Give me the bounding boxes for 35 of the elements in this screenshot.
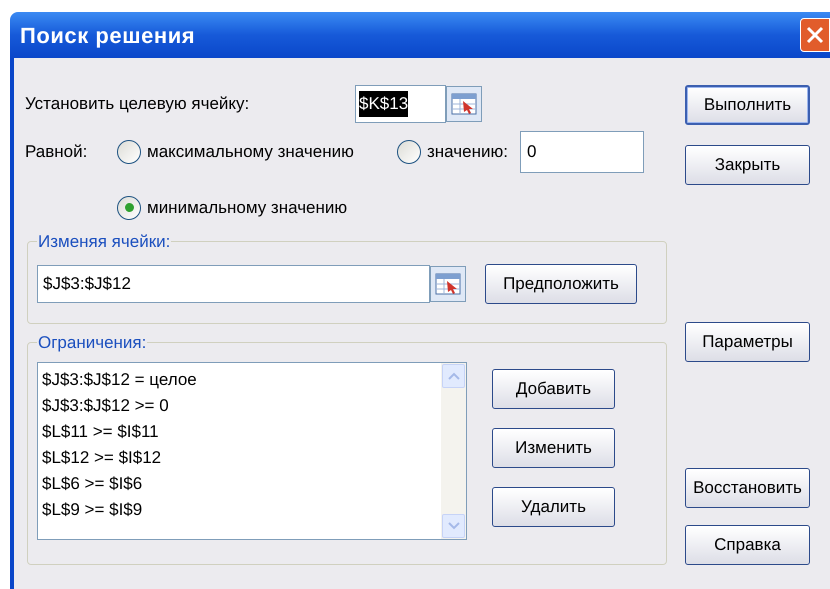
constraints-list[interactable]: $J$3:$J$12 = целое $J$3:$J$12 >= 0 $L$11 >= $I$11 $L$12 >= $I$12 $L$6 >= $I$6 $L$9 >= $I$9 — [37, 362, 467, 540]
target-cell-label: Установить целевую ячейку: — [25, 93, 250, 116]
close-button[interactable] — [800, 18, 830, 52]
dialog-button[interactable]: Справка — [685, 525, 810, 565]
list-item[interactable]: $L$6 >= $I$6 — [42, 471, 441, 497]
range-select-icon[interactable] — [446, 86, 482, 122]
dialog-button[interactable]: Параметры — [685, 322, 810, 362]
radio-button[interactable] — [397, 140, 421, 164]
dialog-button[interactable]: Удалить — [492, 487, 615, 527]
value-field[interactable]: 0 — [520, 131, 644, 173]
list-item[interactable]: $L$12 >= $I$12 — [42, 445, 441, 471]
target-cell-field[interactable]: $K$13 — [355, 85, 446, 123]
list-item[interactable]: $J$3:$J$12 >= 0 — [42, 393, 441, 419]
dialog-button[interactable]: Выполнить — [685, 85, 810, 125]
window-title: Поиск решения — [20, 22, 196, 50]
radio-button[interactable] — [117, 196, 141, 220]
range-select-icon[interactable] — [430, 266, 466, 302]
radio-button[interactable] — [117, 140, 141, 164]
dialog-button[interactable]: Добавить — [492, 369, 615, 409]
list-item[interactable]: $J$3:$J$12 = целое — [42, 367, 441, 393]
dialog-button[interactable]: Изменить — [492, 428, 615, 468]
list-item[interactable]: $L$11 >= $I$11 — [42, 419, 441, 445]
dialog-button[interactable]: Предположить — [485, 264, 637, 304]
radio-label: значению: — [427, 141, 508, 164]
close-icon — [805, 25, 825, 45]
group-title: Ограничения: — [37, 332, 148, 354]
radio-label: минимальному значению — [147, 197, 348, 219]
list-item[interactable]: $L$9 >= $I$9 — [42, 497, 441, 523]
radio-label: максимальному значению — [147, 141, 354, 164]
target-cell-value: $K$13 — [359, 91, 408, 117]
dialog-button[interactable]: Восстановить — [685, 468, 810, 508]
group-title: Изменяя ячейки: — [37, 230, 172, 252]
dialog-button[interactable]: Закрыть — [685, 145, 810, 185]
equal-to-label: Равной: — [25, 141, 88, 164]
changing-cells-field[interactable]: $J$3:$J$12 — [37, 265, 430, 303]
